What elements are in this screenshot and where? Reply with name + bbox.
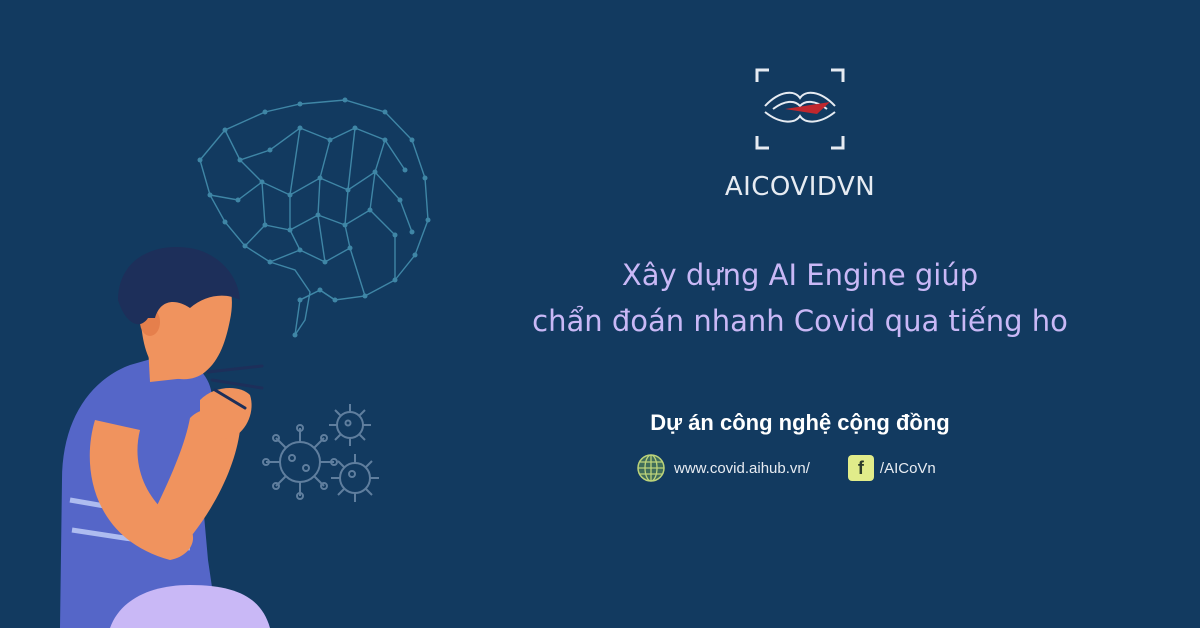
facebook-icon: f — [847, 455, 874, 481]
headline-line-1: Xây dựng AI Engine giúp — [621, 258, 979, 292]
subtitle: Dự án công nghệ cộng đồng — [650, 410, 950, 435]
contact-links: www.covid.aihub.vn/ f /AICoVn — [636, 452, 936, 484]
logo-waves-icon — [755, 68, 845, 150]
globe-icon — [637, 454, 665, 482]
headline: Xây dựng AI Engine giúp chẩn đoán nhanh … — [440, 252, 1160, 344]
headline-line-2: chẩn đoán nhanh Covid qua tiếng ho — [532, 304, 1068, 338]
banner: AICOVIDVN Xây dựng AI Engine giúp chẩn đ… — [0, 0, 1200, 628]
brain-network-icon — [199, 99, 429, 336]
facebook-link[interactable]: f /AICoVn — [847, 455, 936, 481]
brand-name: AICOVIDVN — [724, 172, 876, 202]
website-link[interactable]: www.covid.aihub.vn/ — [636, 453, 810, 483]
facebook-handle: /AICoVn — [879, 459, 936, 477]
virus-icon — [262, 404, 379, 502]
website-url: www.covid.aihub.vn/ — [674, 459, 810, 477]
